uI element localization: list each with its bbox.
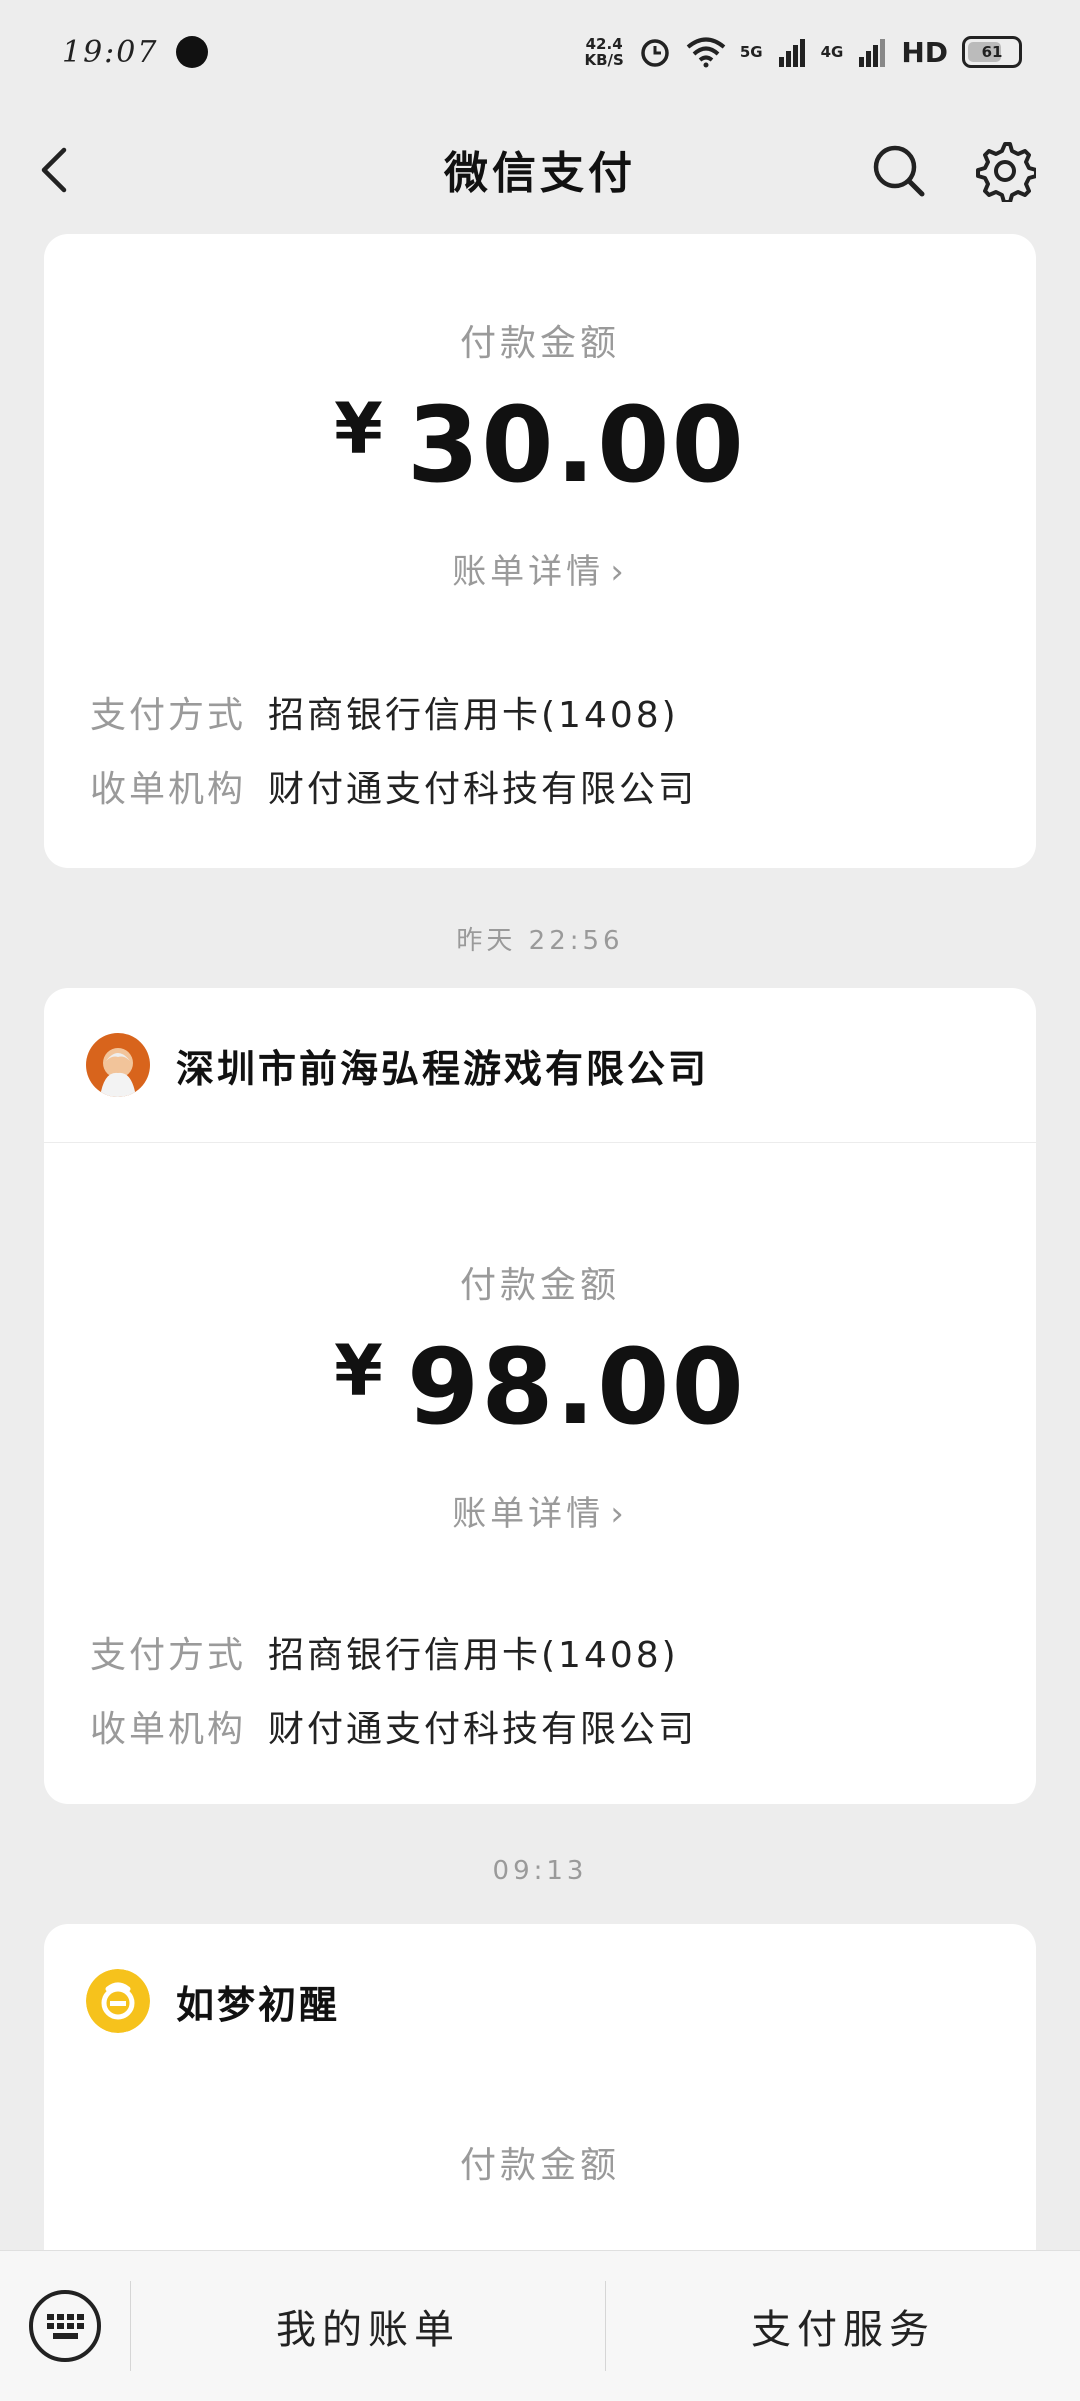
transaction-card[interactable]: 深圳市前海弘程游戏有限公司 付款金额 ¥98.00 账单详情 › 支付方式 招商银行…: [44, 988, 1036, 1804]
amount-label: 付款金额: [459, 323, 620, 364]
merchant-avatar: [86, 1969, 150, 2033]
merchant-header[interactable]: 如梦初醒: [44, 1924, 1036, 2078]
navbar: 微信支付: [0, 104, 1080, 234]
my-bills-tab[interactable]: 我的账单: [131, 2297, 605, 2355]
bottom-bar: 我的账单 支付服务: [0, 2250, 1080, 2401]
merchant-avatar: [86, 1033, 150, 1097]
merchant-header[interactable]: 深圳市前海弘程游戏有限公司: [44, 988, 1036, 1142]
timestamp: 09:13: [492, 1856, 588, 1886]
divider: [44, 1142, 1036, 1143]
amount-label: 付款金额: [459, 2145, 620, 2186]
net-speed: 42.4 KB/S: [584, 35, 624, 69]
signal-4g-icon: [859, 39, 886, 67]
amount-value: ¥30.00: [334, 384, 746, 506]
network-4g-label: 4G: [820, 43, 844, 61]
merchant-name: 如梦初醒: [176, 1982, 341, 2027]
page-title: 微信支付: [444, 148, 636, 199]
merchant-name: 深圳市前海弘程游戏有限公司: [176, 1046, 710, 1091]
chevron-right-icon: ›: [610, 552, 628, 592]
back-icon[interactable]: [30, 140, 86, 200]
acquirer-row: 收单机构 财付通支付科技有限公司: [90, 1709, 698, 1750]
pay-services-tab[interactable]: 支付服务: [606, 2297, 1080, 2355]
battery-icon: 61: [962, 36, 1022, 68]
amount-value: ¥98.00: [334, 1326, 746, 1448]
notification-dot-icon: [176, 36, 209, 68]
status-bar: 19:07 42.4 KB/S 5G 4G HD 61: [0, 0, 1080, 104]
timestamp: 昨天 22:56: [456, 926, 624, 956]
bill-details-link[interactable]: 账单详情 ›: [44, 544, 1036, 593]
hd-label: HD: [901, 35, 948, 69]
signal-5g-icon: [778, 39, 805, 67]
network-5g-label: 5G: [739, 43, 763, 61]
keyboard-button[interactable]: [0, 2251, 130, 2401]
payment-method-row: 支付方式 招商银行信用卡(1408): [90, 695, 679, 736]
wifi-icon: [686, 37, 726, 68]
payment-method-row: 支付方式 招商银行信用卡(1408): [90, 1635, 679, 1676]
keyboard-icon: [29, 2290, 101, 2362]
transaction-card[interactable]: 付款金额 ¥30.00 账单详情 › 支付方式 招商银行信用卡(1408) 收单机构…: [44, 234, 1036, 868]
acquirer-row: 收单机构 财付通支付科技有限公司: [90, 769, 698, 810]
bill-details-link[interactable]: 账单详情 ›: [44, 1486, 1036, 1535]
alarm-icon: [641, 39, 669, 67]
chevron-right-icon: ›: [610, 1494, 628, 1534]
gear-icon[interactable]: [974, 140, 1036, 202]
amount-label: 付款金额: [459, 1265, 620, 1306]
status-time: 19:07: [62, 34, 159, 70]
search-icon[interactable]: [868, 140, 928, 200]
